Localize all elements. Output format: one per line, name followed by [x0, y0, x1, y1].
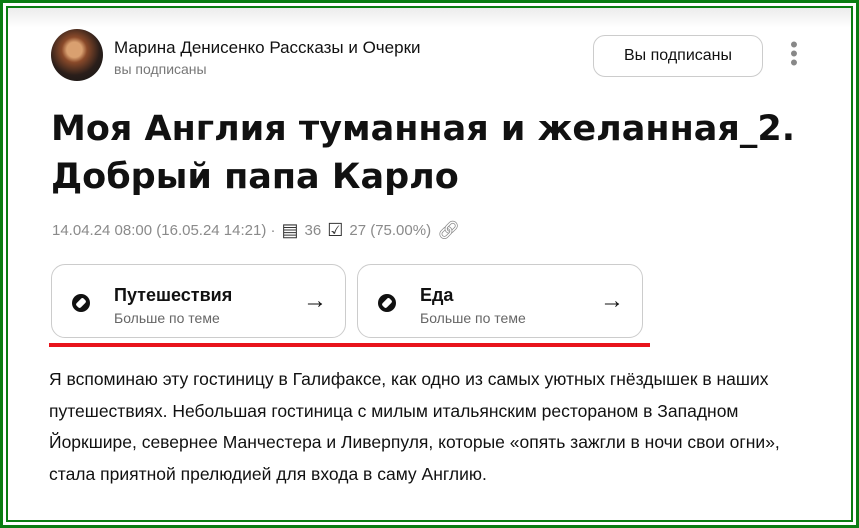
red-underline [49, 343, 650, 347]
views-count: 36 [304, 222, 322, 239]
article-title: Моя Англия туманная и желанная_2. Добрый… [51, 109, 796, 197]
article-body: Я вспоминаю эту гостиницу в Галифаксе, к… [49, 369, 780, 484]
author-avatar[interactable] [51, 29, 103, 81]
compass-icon [378, 294, 396, 312]
subscribe-button[interactable]: Вы подписаны [593, 35, 763, 77]
arrow-right-icon: → [600, 287, 624, 314]
author-name[interactable]: Марина Денисенко Рассказы и Очерки [114, 38, 421, 58]
top-shade [8, 8, 851, 28]
publish-date: 14.04.24 08:00 (16.05.24 14:21) · [52, 222, 276, 239]
topic-subtitle: Больше по теме [114, 310, 220, 326]
article-meta: 14.04.24 08:00 (16.05.24 14:21) · ▤ 36 ☑… [52, 220, 460, 241]
link-icon[interactable]: 🔗︎ [437, 220, 460, 241]
topic-title: Еда [420, 285, 454, 305]
arrow-right-icon: → [303, 287, 327, 314]
reads-count: 27 (75.00%) [349, 222, 432, 239]
reads-icon: ☑ [327, 220, 344, 240]
topic-card-travel[interactable]: Путешествия Больше по теме → [51, 264, 346, 338]
topic-subtitle: Больше по теме [420, 310, 526, 326]
topic-title: Путешествия [114, 285, 233, 305]
compass-icon [72, 294, 90, 312]
subscription-status: вы подписаны [114, 61, 207, 77]
topic-card-food[interactable]: Еда Больше по теме → [357, 264, 643, 338]
views-icon: ▤ [281, 220, 299, 240]
more-options-icon[interactable]: • • • [790, 34, 798, 74]
